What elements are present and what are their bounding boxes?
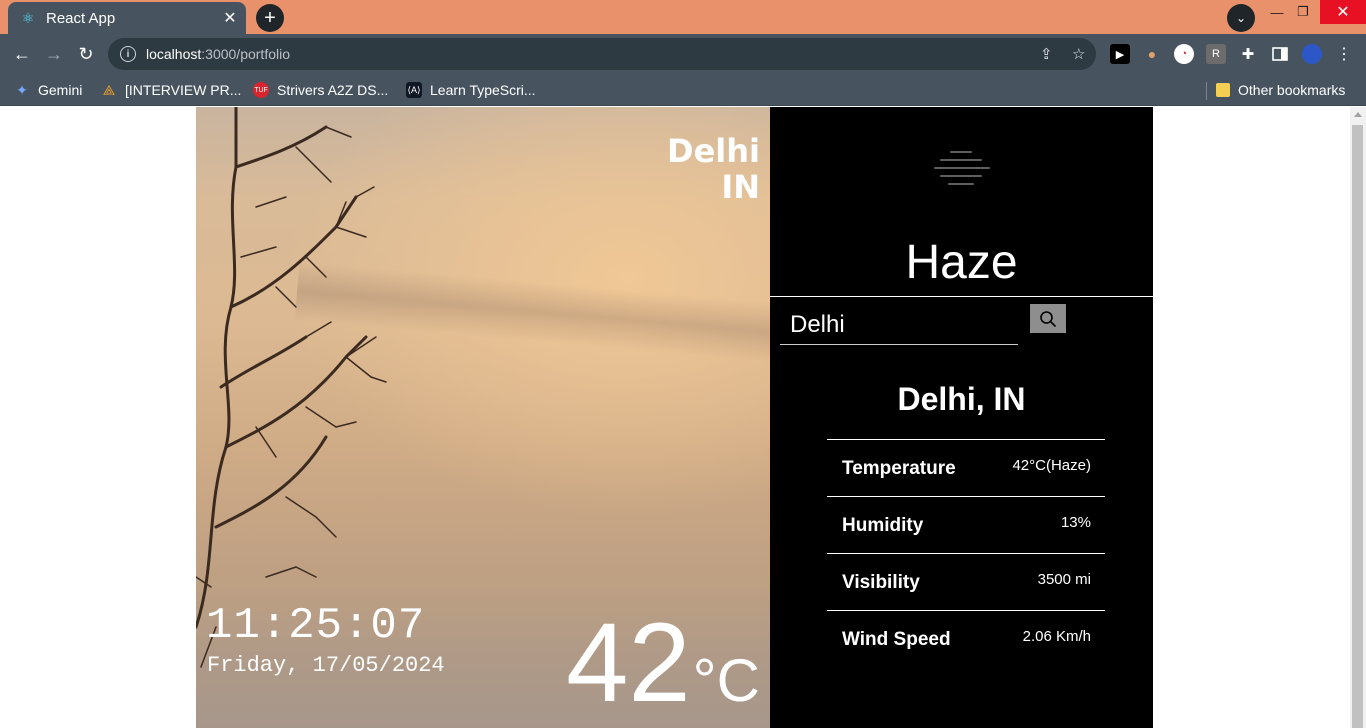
hero-city-name: Delhi bbox=[667, 132, 760, 170]
reload-button[interactable]: ↻ bbox=[72, 40, 100, 68]
bookmark-label: Gemini bbox=[38, 82, 83, 98]
folder-icon bbox=[1216, 83, 1230, 97]
weather-details-list: Temperature 42°C(Haze) Humidity 13% Visi… bbox=[827, 439, 1105, 667]
detail-label: Visibility bbox=[842, 572, 920, 593]
detail-row-wind-speed: Wind Speed 2.06 Km/h bbox=[827, 610, 1105, 667]
detail-value: 3500 mi bbox=[1037, 571, 1091, 588]
cookie-extension-icon[interactable]: ● bbox=[1142, 44, 1162, 64]
detail-row-visibility: Visibility 3500 mi bbox=[827, 553, 1105, 610]
scroll-up-arrow-icon[interactable] bbox=[1354, 112, 1362, 117]
tab-title: React App bbox=[46, 9, 116, 27]
back-button[interactable]: ← bbox=[8, 40, 36, 68]
profile-avatar[interactable] bbox=[1302, 44, 1322, 64]
forward-button[interactable]: → bbox=[40, 40, 68, 68]
current-time: 11:25:07 bbox=[206, 601, 426, 651]
menu-kebab-icon[interactable]: ⋮ bbox=[1334, 44, 1354, 64]
r-extension-icon[interactable]: R bbox=[1206, 44, 1226, 64]
close-tab-icon[interactable]: ✕ bbox=[220, 8, 240, 28]
other-bookmarks[interactable]: Other bookmarks bbox=[1216, 80, 1345, 100]
new-tab-button[interactable]: + bbox=[256, 4, 284, 32]
browser-tab[interactable]: ⚛ React App ✕ bbox=[8, 2, 246, 34]
url-host: localhost bbox=[146, 46, 202, 62]
weather-panel: Haze Delhi, IN Temperature 42°C(Haze) Hu… bbox=[770, 107, 1153, 728]
detail-value: 13% bbox=[1060, 514, 1091, 531]
search-icon bbox=[1040, 310, 1056, 327]
close-window-button[interactable]: ✕ bbox=[1320, 0, 1366, 24]
tuf-icon: TUF bbox=[253, 82, 269, 98]
interview-icon: ⟁ bbox=[102, 81, 116, 98]
weather-hero: Delhi IN 11:25:07 Friday, 17/05/2024 42 … bbox=[196, 107, 770, 728]
bookmark-star-icon[interactable]: ☆ bbox=[1072, 45, 1085, 63]
other-bookmarks-label: Other bookmarks bbox=[1238, 82, 1346, 98]
page-scrollbar[interactable] bbox=[1350, 107, 1366, 728]
detail-row-humidity: Humidity 13% bbox=[827, 496, 1105, 553]
current-date: Friday, 17/05/2024 bbox=[207, 653, 445, 678]
hero-temp-unit: °C bbox=[692, 647, 760, 714]
bookmark-label: [INTERVIEW PR... bbox=[125, 82, 242, 98]
site-info-icon[interactable]: i bbox=[120, 46, 136, 62]
detail-value: 42°C(Haze) bbox=[1012, 457, 1091, 474]
detail-label: Humidity bbox=[842, 515, 924, 536]
bookmark-typescript[interactable]: ⟨A⟩ Learn TypeScri... bbox=[406, 80, 536, 100]
react-icon: ⚛ bbox=[21, 9, 35, 26]
scrollbar-thumb[interactable] bbox=[1352, 125, 1363, 728]
extensions-puzzle-icon[interactable]: ✚ bbox=[1238, 44, 1258, 64]
typescript-icon: ⟨A⟩ bbox=[406, 82, 422, 98]
bookmark-strivers[interactable]: TUF Strivers A2Z DS... bbox=[253, 80, 388, 100]
bookmarks-bar: ✦ Gemini ⟁ [INTERVIEW PR... TUF Strivers… bbox=[0, 74, 1366, 106]
weather-condition: Haze bbox=[905, 236, 1018, 289]
hero-temperature: 42 °C bbox=[566, 603, 760, 723]
tab-search-button[interactable]: ⌄ bbox=[1227, 4, 1255, 32]
bookmark-label: Learn TypeScri... bbox=[430, 82, 536, 98]
detail-value: 2.06 Km/h bbox=[1022, 628, 1091, 645]
url-path: :3000/portfolio bbox=[201, 46, 290, 62]
search-button[interactable] bbox=[1030, 304, 1066, 333]
gemini-icon: ✦ bbox=[16, 81, 28, 98]
bookmark-gemini[interactable]: ✦ Gemini bbox=[14, 80, 82, 100]
haze-icon bbox=[934, 151, 990, 185]
detail-label: Temperature bbox=[842, 458, 956, 479]
panel-divider bbox=[770, 296, 1153, 297]
detail-row-temperature: Temperature 42°C(Haze) bbox=[827, 439, 1105, 496]
hero-temp-value: 42 bbox=[566, 600, 691, 725]
hero-country: IN bbox=[721, 168, 760, 206]
hero-city: Delhi IN bbox=[667, 133, 760, 205]
location-title: Delhi, IN bbox=[897, 381, 1026, 417]
bookmarks-separator bbox=[1206, 82, 1207, 100]
detail-label: Wind Speed bbox=[842, 629, 951, 650]
share-icon[interactable]: ⇪ bbox=[1040, 45, 1053, 63]
window-titlebar: ⚛ React App ✕ + ⌄ — ❐ ✕ bbox=[0, 0, 1366, 34]
browser-toolbar: ← → ↻ i localhost:3000/portfolio ⇪ ☆ ▶ ●… bbox=[0, 34, 1366, 74]
address-bar[interactable]: i localhost:3000/portfolio ⇪ ☆ bbox=[108, 38, 1096, 70]
side-panel-icon[interactable] bbox=[1270, 44, 1290, 64]
youtube-extension-icon[interactable]: ▶ bbox=[1110, 44, 1130, 64]
bookmark-interview[interactable]: ⟁ [INTERVIEW PR... bbox=[101, 80, 242, 100]
page-viewport: Delhi IN 11:25:07 Friday, 17/05/2024 42 … bbox=[0, 107, 1350, 728]
city-search-input[interactable] bbox=[780, 305, 1018, 345]
bookmark-label: Strivers A2Z DS... bbox=[277, 82, 389, 98]
clock-extension-icon[interactable]: ◔ bbox=[1174, 44, 1194, 64]
